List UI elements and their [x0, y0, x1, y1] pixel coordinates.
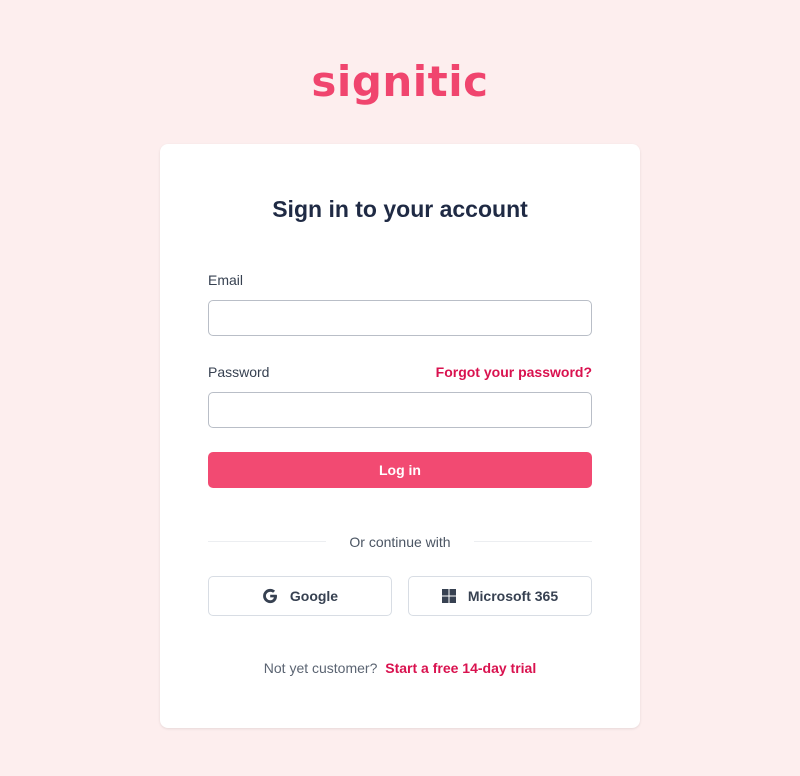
signup-prompt: Not yet customer?	[263, 660, 378, 676]
microsoft-signin-button[interactable]: Microsoft 365	[408, 576, 592, 616]
page-title: Sign in to your account	[272, 196, 528, 222]
email-field[interactable]	[208, 300, 592, 336]
google-label: Google	[289, 588, 339, 604]
divider-text: Or continue with	[349, 534, 451, 550]
email-label: Email	[208, 272, 244, 288]
forgot-password-link[interactable]: Forgot your password?	[436, 364, 592, 380]
divider-line-right	[474, 541, 592, 542]
or-continue-divider: Or continue with	[208, 532, 592, 552]
signup-footer: Not yet customer? Start a free 14-day tr…	[160, 660, 640, 676]
password-label: Password	[208, 364, 270, 380]
windows-icon	[441, 589, 456, 603]
signitic-logo: signitic	[311, 57, 489, 106]
free-trial-link[interactable]: Start a free 14-day trial	[385, 660, 536, 676]
google-g-icon	[262, 588, 278, 604]
microsoft-label: Microsoft 365	[467, 588, 559, 604]
login-card: Sign in to your account Email Password F…	[160, 144, 640, 728]
google-signin-button[interactable]: Google	[208, 576, 392, 616]
password-field[interactable]	[208, 392, 592, 428]
login-button[interactable]: Log in	[208, 452, 592, 488]
login-page: signitic Sign in to your account Email P…	[0, 0, 800, 776]
